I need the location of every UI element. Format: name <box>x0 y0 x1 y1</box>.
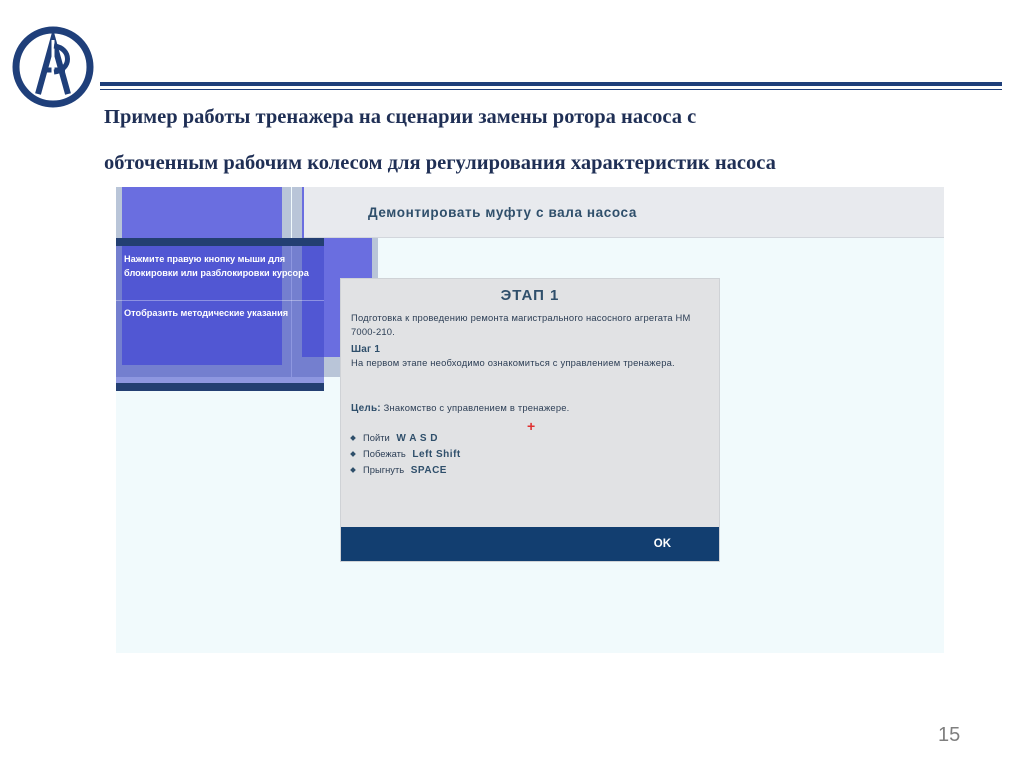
hint-panel: Нажмите правую кнопку мыши для блокировк… <box>116 238 324 391</box>
control-item-walk: Пойти W A S D <box>349 430 461 446</box>
bullet-diamond-icon <box>350 451 356 457</box>
task-bar: Демонтировать муфту с вала насоса <box>304 187 944 238</box>
slide-title-line-1: Пример работы тренажера на сценарии заме… <box>104 106 697 128</box>
control-action: Прыгнуть <box>363 464 405 475</box>
step-label: Шаг 1 <box>351 344 381 355</box>
dialog-intro: Подготовка к проведению ремонта магистра… <box>351 312 691 337</box>
show-guidelines-link[interactable]: Отобразить методические указания <box>124 308 320 318</box>
control-key: W A S D <box>396 433 438 444</box>
header-rule-thin <box>100 89 1002 90</box>
bullet-diamond-icon <box>350 467 356 473</box>
control-item-run: Побежать Left Shift <box>349 446 461 462</box>
dialog-title: ЭТАП 1 <box>500 287 560 304</box>
slide-title: Пример работы тренажера на сценарии заме… <box>104 94 984 186</box>
hint-text: Нажмите правую кнопку мыши для блокировк… <box>124 254 309 278</box>
simulator-screenshot: Демонтировать муфту с вала насоса Нажмит… <box>116 187 944 653</box>
step-text: На первом этапе необходимо ознакомиться … <box>351 357 675 368</box>
goal-label: Цель: <box>351 403 381 414</box>
stage-dialog: ЭТАП 1 Подготовка к проведению ремонта м… <box>341 279 719 561</box>
dialog-footer: OK <box>341 527 719 561</box>
company-logo-icon <box>12 26 94 108</box>
header-rule-thick <box>100 82 1002 86</box>
control-key: Left Shift <box>412 449 461 460</box>
controls-list: Пойти W A S D Побежать Left Shift Прыгну… <box>349 430 461 478</box>
slide-title-line-2: обточенным рабочим колесом для регулиров… <box>104 152 776 174</box>
ok-button[interactable]: OK <box>654 538 671 550</box>
goal-text: Знакомство с управлением в тренажере. <box>383 402 570 413</box>
crosshair-icon: + <box>527 418 536 434</box>
control-action: Побежать <box>363 448 406 459</box>
control-key: SPACE <box>410 465 447 476</box>
control-item-jump: Прыгнуть SPACE <box>349 462 461 478</box>
control-action: Пойти <box>363 432 390 443</box>
goal-line: Цель: Знакомство с управлением в тренаже… <box>351 401 569 416</box>
task-label: Демонтировать муфту с вала насоса <box>368 205 637 220</box>
bullet-diamond-icon <box>350 435 356 441</box>
page-number: 15 <box>938 724 961 746</box>
hint-separator <box>116 300 324 301</box>
